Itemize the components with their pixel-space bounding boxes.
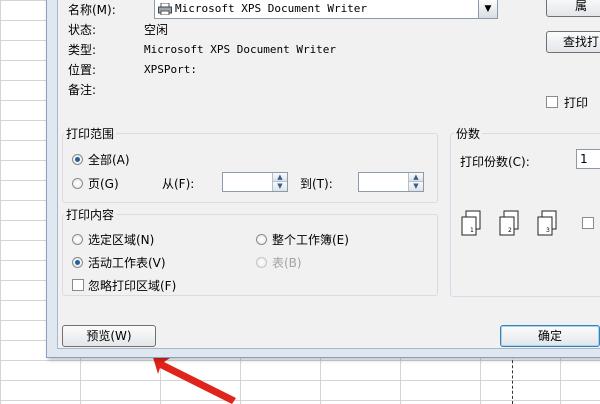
- printer-location-value: XPSPort:: [144, 63, 197, 76]
- printer-comment-label: 备注:: [68, 83, 97, 97]
- collate-checkbox[interactable]: [582, 217, 594, 229]
- svg-text:2: 2: [508, 227, 512, 234]
- preview-button[interactable]: 预览(W): [62, 325, 156, 347]
- svg-text:1: 1: [470, 227, 474, 234]
- number-of-copies-value: 1: [580, 152, 588, 166]
- print-to-file-label: 打印: [564, 96, 589, 110]
- table-label: 表(B): [272, 256, 302, 270]
- printer-icon: [158, 3, 172, 15]
- selection-radio[interactable]: [72, 234, 83, 245]
- print-what-title: 打印内容: [64, 206, 117, 223]
- from-page-stepper[interactable]: ▲ ▼: [222, 172, 288, 192]
- print-range-all-label: 全部(A): [88, 153, 130, 167]
- active-sheets-radio[interactable]: [72, 257, 83, 268]
- chevron-up-icon[interactable]: ▲: [273, 173, 287, 182]
- printer-name-value: Microsoft XPS Document Writer: [175, 2, 368, 15]
- stepper-arrows[interactable]: ▲ ▼: [408, 173, 423, 191]
- dialog-body: 名称(M): Microsoft XPS Document Writer ▼ 状…: [57, 0, 600, 349]
- active-sheets-label: 活动工作表(V): [88, 256, 166, 270]
- collate-pages-icon: 1 2 3: [461, 210, 557, 236]
- print-range-title: 打印范围: [64, 125, 117, 142]
- chevron-down-icon[interactable]: ▼: [273, 182, 287, 191]
- chevron-down-icon[interactable]: ▼: [409, 182, 423, 191]
- number-of-copies-label: 打印份数(C):: [460, 155, 530, 169]
- table-radio: [256, 257, 267, 268]
- printer-type-label: 类型:: [68, 43, 97, 57]
- page-break-line: [512, 350, 513, 404]
- entire-workbook-label: 整个工作簿(E): [272, 233, 349, 247]
- printer-name-select[interactable]: Microsoft XPS Document Writer ▼: [154, 0, 498, 19]
- printer-status-label: 状态:: [68, 23, 97, 37]
- to-label: 到(T):: [300, 177, 333, 191]
- printer-status-value: 空闲: [144, 23, 169, 37]
- print-range-pages-radio[interactable]: [72, 178, 83, 189]
- selection-label: 选定区域(N): [88, 233, 155, 247]
- print-range-group: [62, 133, 438, 203]
- red-arrow-icon: [152, 354, 236, 404]
- find-printer-button[interactable]: 查找打: [546, 31, 600, 53]
- printer-name-label: 名称(M):: [68, 3, 116, 17]
- ignore-print-areas-label: 忽略打印区域(F): [88, 279, 177, 293]
- print-range-all-radio[interactable]: [72, 154, 83, 165]
- ok-button[interactable]: 确定: [500, 325, 600, 347]
- from-label: 从(F):: [162, 177, 195, 191]
- number-of-copies-stepper[interactable]: 1: [576, 149, 600, 169]
- svg-text:3: 3: [546, 227, 550, 234]
- chevron-up-icon[interactable]: ▲: [409, 173, 423, 182]
- chevron-down-icon[interactable]: ▼: [478, 0, 497, 18]
- print-range-pages-label: 页(G): [88, 177, 119, 191]
- copies-title: 份数: [454, 125, 483, 142]
- entire-workbook-radio[interactable]: [256, 234, 267, 245]
- to-page-stepper[interactable]: ▲ ▼: [358, 172, 424, 192]
- properties-button[interactable]: 属: [546, 0, 600, 17]
- ignore-print-areas-checkbox[interactable]: [72, 279, 84, 291]
- printer-location-label: 位置:: [68, 63, 97, 77]
- print-dialog: 名称(M): Microsoft XPS Document Writer ▼ 状…: [46, 0, 600, 358]
- printer-type-value: Microsoft XPS Document Writer: [144, 43, 337, 56]
- print-to-file-checkbox[interactable]: [546, 96, 558, 108]
- stepper-arrows[interactable]: ▲ ▼: [272, 173, 287, 191]
